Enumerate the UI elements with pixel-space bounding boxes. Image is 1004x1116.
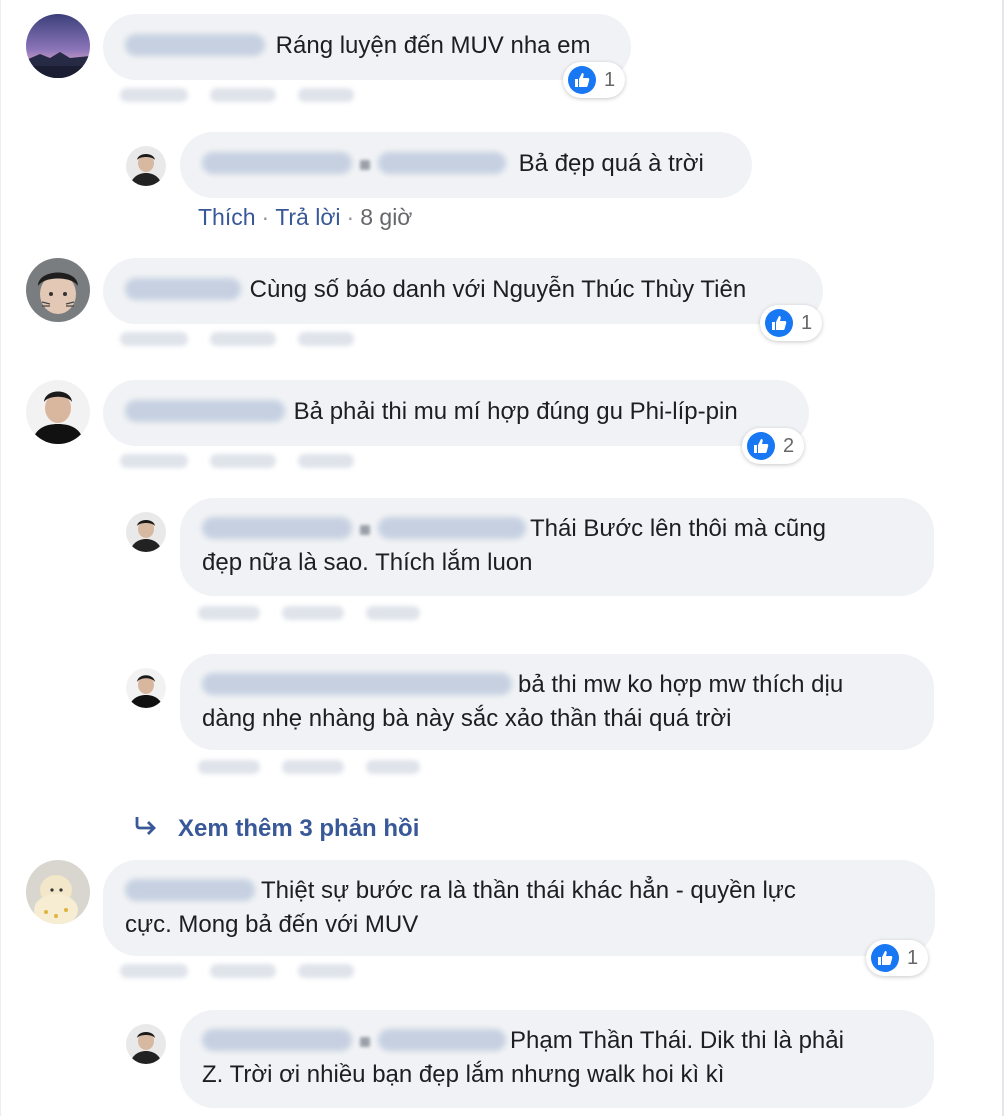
like-icon [747, 432, 775, 460]
man-avatar[interactable] [126, 668, 166, 708]
blurred-author-name[interactable] [125, 400, 285, 422]
like-icon [765, 309, 793, 337]
reply-bubble: Bả đẹp quá à trời [180, 132, 752, 198]
blurred-mention[interactable] [378, 1029, 506, 1051]
like-count: 2 [783, 434, 795, 457]
blurred-author-name[interactable] [202, 673, 512, 695]
reply-arrow-icon [134, 814, 158, 843]
reply-text-line1: Thái Bước lên thôi mà cũng [530, 515, 826, 542]
like-icon [568, 66, 596, 94]
view-more-label: Xem thêm 3 phản hồi [178, 815, 420, 842]
blurred-comment-actions[interactable] [120, 964, 354, 980]
comment-text-line1: Thiệt sự bước ra là thần thái khác hẳn -… [261, 877, 796, 904]
reply-bubble: Phạm Thần Thái. Dik thi là phải Z. Trời … [180, 1010, 934, 1108]
comment-bubble: Bả phải thi mu mí hợp đúng gu Phi-líp-pi… [103, 380, 809, 446]
blurred-mention[interactable] [378, 152, 506, 174]
reply-text-line1: Phạm Thần Thái. Dik thi là phải [510, 1027, 844, 1054]
frame-border-left [0, 0, 1, 1116]
comment-text: Ráng luyện đến MUV nha em [275, 32, 591, 59]
like-count: 1 [907, 946, 919, 969]
user-avatar[interactable] [126, 146, 166, 186]
comment-text: Bả phải thi mu mí hợp đúng gu Phi-líp-pi… [293, 398, 738, 425]
user-avatar[interactable] [126, 1024, 166, 1064]
user-avatar[interactable] [126, 512, 166, 552]
view-more-replies-link[interactable]: Xem thêm 3 phản hồi [134, 814, 419, 843]
blurred-author-name[interactable] [125, 278, 241, 300]
reaction-badge[interactable]: 1 [563, 62, 626, 98]
like-count: 1 [801, 311, 813, 334]
like-link[interactable]: Thích [198, 204, 256, 230]
comment-bubble: Cùng số báo danh với Nguyễn Thúc Thùy Ti… [103, 258, 823, 324]
blurred-comment-actions[interactable] [120, 88, 354, 104]
reply-text-line2: đẹp nữa là sao. Thích lắm luon [202, 549, 533, 576]
baby-avatar[interactable] [26, 860, 90, 924]
reply-text-line2: Z. Trời ơi nhiều bạn đẹp lắm nhưng walk … [202, 1061, 725, 1088]
comment-text-line2: cực. Mong bả đến với MUV [125, 911, 419, 938]
reply-link[interactable]: Trả lời [275, 204, 340, 230]
comment-bubble: Ráng luyện đến MUV nha em [103, 14, 631, 80]
blurred-reply-actions[interactable] [198, 760, 420, 776]
sunset-avatar[interactable] [26, 14, 90, 78]
blurred-author-name[interactable] [125, 34, 265, 56]
blurred-comment-actions[interactable] [120, 454, 354, 470]
comment-text: Cùng số báo danh với Nguyễn Thúc Thùy Ti… [249, 276, 747, 303]
like-count: 1 [604, 68, 616, 91]
cat-face-avatar[interactable] [26, 258, 90, 322]
reply-text-line1: bả thi mw ko hợp mw thích dịu [518, 671, 844, 698]
timestamp: 8 giờ [360, 204, 413, 230]
reply-text-line2: dàng nhẹ nhàng bà này sắc xảo thần thái … [202, 705, 732, 732]
reaction-badge[interactable]: 1 [866, 940, 929, 976]
comment-bubble: Thiệt sự bước ra là thần thái khác hẳn -… [103, 860, 935, 956]
blurred-author-name[interactable] [125, 879, 255, 901]
like-icon [871, 944, 899, 972]
reply-text: Bả đẹp quá à trời [518, 150, 704, 177]
reply-bubble: bả thi mw ko hợp mw thích dịu dàng nhẹ n… [180, 654, 934, 750]
blurred-comment-actions[interactable] [120, 332, 354, 348]
blurred-author-name[interactable] [202, 152, 352, 174]
reply-actions: Thích · Trả lời · 8 giờ [198, 204, 413, 230]
reaction-badge[interactable]: 2 [742, 428, 805, 464]
reply-bubble: Thái Bước lên thôi mà cũng đẹp nữa là sa… [180, 498, 934, 596]
man-avatar[interactable] [26, 380, 90, 444]
blurred-author-name[interactable] [202, 517, 352, 539]
blurred-mention[interactable] [378, 517, 526, 539]
blurred-author-name[interactable] [202, 1029, 352, 1051]
reaction-badge[interactable]: 1 [760, 305, 823, 341]
blurred-reply-actions[interactable] [198, 606, 420, 622]
